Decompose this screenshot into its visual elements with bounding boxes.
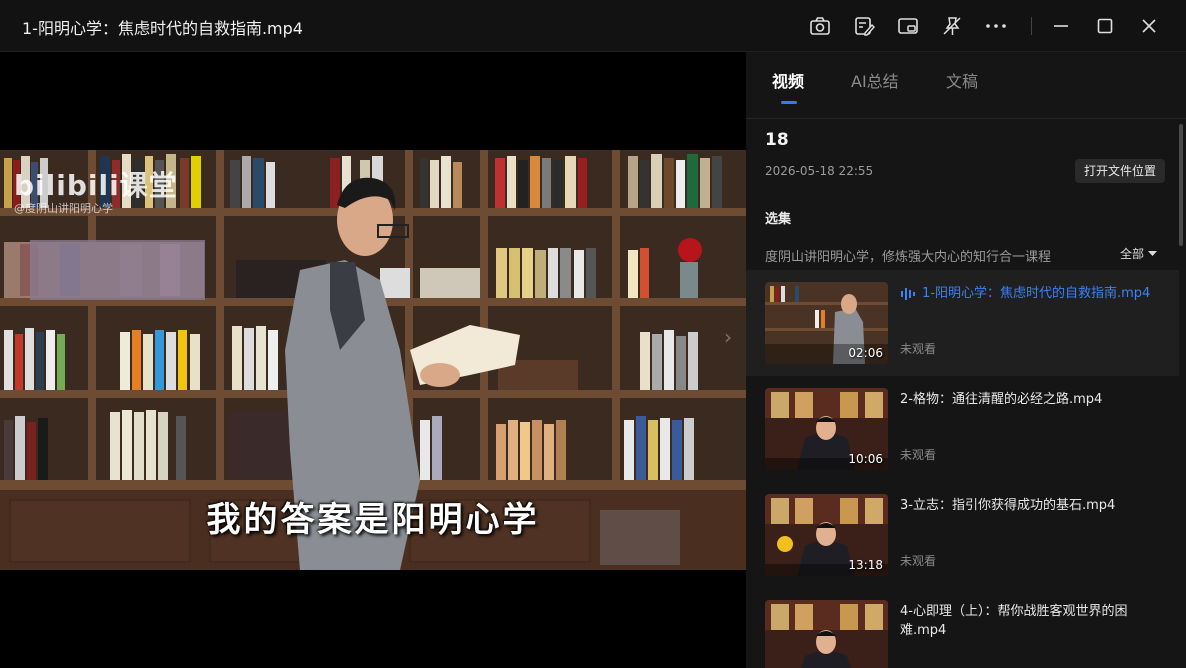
video-subtitle: 我的答案是阳明心学 <box>206 500 540 540</box>
now-playing-icon <box>901 288 915 300</box>
episode-item-4[interactable]: 4-心即理（上）：帮你战胜客观世界的困难.mp4 <box>746 588 1179 668</box>
note-button[interactable] <box>850 12 878 40</box>
bilibili-watermark-logo: bilibili课堂 <box>14 169 178 202</box>
maximize-button[interactable] <box>1091 12 1119 40</box>
watermark-author: @度阴山讲阳明心学 <box>14 202 113 215</box>
more-icon <box>986 24 1006 28</box>
video-count: 18 <box>765 130 789 150</box>
chevron-right-icon[interactable]: › <box>724 325 732 349</box>
episode-watch-status: 未观看 <box>900 448 937 462</box>
pin-off-icon <box>943 17 961 35</box>
episode-item-2[interactable]: 10:06 2-格物：通往清醒的必经之路.mp4 未观看 <box>746 376 1179 482</box>
filter-all-label: 全部 <box>1120 247 1145 261</box>
episode-thumbnail: 10:06 <box>765 388 888 470</box>
more-button[interactable] <box>982 12 1010 40</box>
close-icon <box>1142 19 1156 33</box>
tabs-divider <box>746 118 1186 119</box>
episode-title: 2-格物：通往清醒的必经之路.mp4 <box>900 392 1103 407</box>
episode-thumbnail: 02:06 <box>765 282 888 364</box>
title-bar: 1-阳明心学：焦虑时代的自救指南.mp4 <box>0 0 1186 52</box>
episodes-section-title: 选集 <box>765 212 792 227</box>
episode-duration: 02:06 <box>848 346 883 360</box>
side-panel: 视频 AI总结 文稿 18 2026-05-18 22:55 打开文件位置 选集… <box>746 52 1186 668</box>
minimize-icon <box>1054 25 1068 27</box>
video-date: 2026-05-18 22:55 <box>765 164 874 178</box>
window-title: 1-阳明心学：焦虑时代的自救指南.mp4 <box>22 19 303 38</box>
tab-ai-summary[interactable]: AI总结 <box>851 68 899 92</box>
tab-transcript[interactable]: 文稿 <box>946 68 978 92</box>
caret-down-icon <box>1148 250 1158 256</box>
video-frame[interactable]: bilibili课堂 @度阴山讲阳明心学 我的答案是阳明心学 › <box>0 150 746 570</box>
video-player[interactable]: bilibili课堂 @度阴山讲阳明心学 我的答案是阳明心学 › <box>0 52 746 668</box>
episode-thumbnail: 13:18 <box>765 494 888 576</box>
episode-list: 02:06 1-阳明心学：焦虑时代的自救指南.mp4 未观看 10:06 2-格… <box>746 270 1179 668</box>
episode-watch-status: 未观看 <box>900 342 937 356</box>
episode-item-1[interactable]: 02:06 1-阳明心学：焦虑时代的自救指南.mp4 未观看 <box>746 270 1179 376</box>
toolbar-separator <box>1031 17 1032 35</box>
filter-all-dropdown[interactable]: 全部 <box>1120 245 1158 262</box>
episode-thumbnail <box>765 600 888 668</box>
episode-title: 1-阳明心学：焦虑时代的自救指南.mp4 <box>922 286 1151 301</box>
episode-item-3[interactable]: 13:18 3-立志：指引你获得成功的基石.mp4 未观看 <box>746 482 1179 588</box>
episode-duration: 13:18 <box>848 558 883 572</box>
close-button[interactable] <box>1135 12 1163 40</box>
picture-in-picture-icon <box>898 18 918 34</box>
camera-icon <box>810 17 830 35</box>
episode-title: 4-心即理（上）：帮你战胜客观世界的困难.mp4 <box>900 604 1128 638</box>
edit-note-icon <box>855 17 875 36</box>
minimize-button[interactable] <box>1047 12 1075 40</box>
maximize-icon <box>1097 18 1113 34</box>
open-file-location-button[interactable]: 打开文件位置 <box>1075 159 1165 183</box>
tab-video[interactable]: 视频 <box>772 68 804 92</box>
panel-scrollbar[interactable] <box>1179 124 1183 246</box>
episode-title: 3-立志：指引你获得成功的基石.mp4 <box>900 498 1116 513</box>
screenshot-button[interactable] <box>806 12 834 40</box>
series-description: 度阴山讲阳明心学，修炼强大内心的知行合一课程 <box>765 250 1052 265</box>
episode-watch-status: 未观看 <box>900 554 937 568</box>
episode-duration: 10:06 <box>848 452 883 466</box>
pin-button[interactable] <box>938 12 966 40</box>
panel-tabs: 视频 AI总结 文稿 <box>746 52 1186 118</box>
active-tab-indicator <box>781 101 797 104</box>
pip-button[interactable] <box>894 12 922 40</box>
